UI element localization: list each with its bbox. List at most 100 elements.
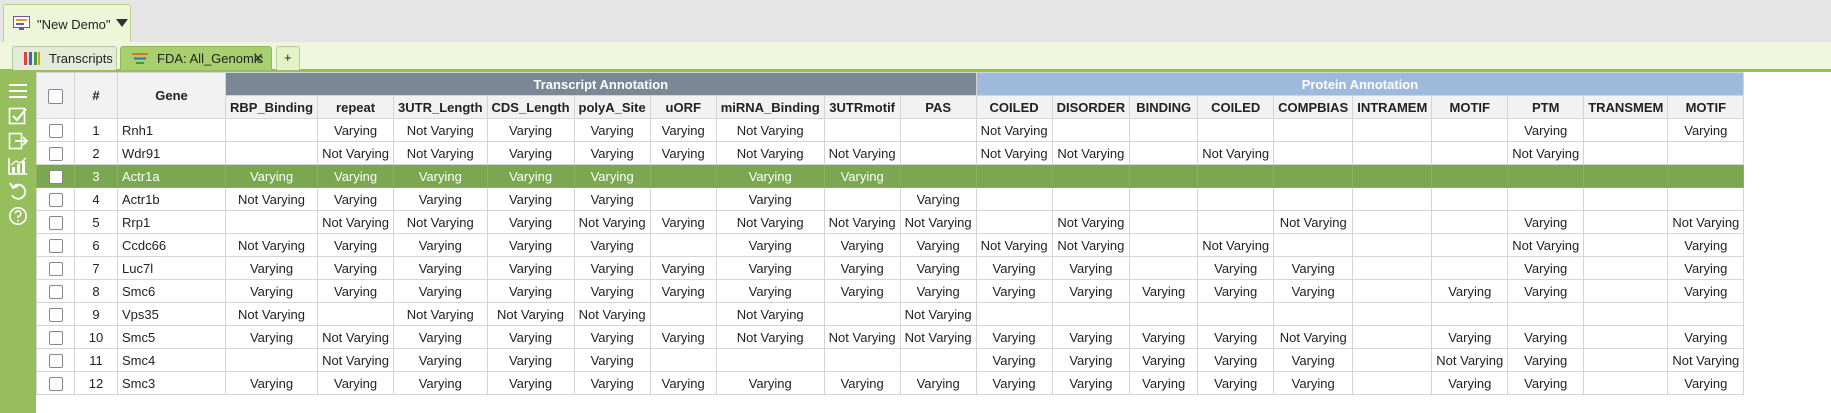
row-checkbox-cell[interactable] [36, 233, 75, 257]
table-row[interactable]: 8 Smc6 Varying Varying Varying Varying Varying… [36, 279, 1745, 303]
annotation-cell [1431, 210, 1509, 234]
table-row[interactable]: 11 Smc4 Not Varying Varying Varying Varying Va… [36, 348, 1745, 372]
annotation-cell [899, 348, 977, 372]
row-checkbox[interactable] [48, 353, 63, 368]
annotation-table: # Gene Transcript Annotation Protein Ann… [36, 72, 1745, 395]
annotation-cell: Varying [393, 187, 488, 211]
row-checkbox-cell[interactable] [36, 210, 75, 234]
table-row[interactable]: 4 Actr1b Not Varying Varying Varying Varying V… [36, 187, 1745, 211]
table-row[interactable]: 3 Actr1a Varying Varying Varying Varying Varyi… [36, 164, 1745, 188]
annotation-cell [1197, 118, 1275, 142]
table-row[interactable]: 2 Wdr91 Not Varying Not Varying Varying Varyi… [36, 141, 1745, 165]
row-checkbox-cell[interactable] [36, 256, 75, 280]
checklist-icon[interactable] [8, 106, 28, 126]
column-header-3utrmotif[interactable]: 3UTRmotif [823, 95, 901, 119]
row-checkbox[interactable] [48, 261, 63, 276]
column-header-ptm[interactable]: PTM [1507, 95, 1585, 119]
row-checkbox-cell[interactable] [36, 348, 75, 372]
table-row[interactable]: 5 Rrp1 Not Varying Not Varying Varying Not Va… [36, 210, 1745, 234]
row-checkbox[interactable] [48, 284, 63, 299]
annotation-cell [1051, 187, 1131, 211]
select-all-header[interactable] [36, 72, 75, 119]
column-header-coiled[interactable]: COILED [975, 95, 1053, 119]
gene-header[interactable]: Gene [117, 72, 226, 119]
add-tab-button[interactable]: + [276, 46, 300, 70]
annotation-cell: Not Varying [823, 325, 901, 349]
annotation-cell: Not Varying [715, 118, 825, 142]
annotation-cell: Varying [486, 210, 575, 234]
document-tab[interactable]: "New Demo" [3, 4, 131, 42]
row-checkbox[interactable] [48, 123, 63, 138]
index-header[interactable]: # [74, 72, 118, 119]
column-header-binding[interactable]: BINDING [1129, 95, 1199, 119]
annotation-cell [224, 210, 319, 234]
row-checkbox-cell[interactable] [36, 279, 75, 303]
row-checkbox[interactable] [48, 146, 63, 161]
column-header-pas[interactable]: PAS [899, 95, 977, 119]
annotation-cell: Varying [393, 279, 488, 303]
column-header-rbp-binding[interactable]: RBP_Binding [224, 95, 319, 119]
row-checkbox-cell[interactable] [36, 302, 75, 326]
help-icon[interactable] [8, 206, 28, 226]
row-checkbox[interactable] [48, 215, 63, 230]
annotation-cell: Not Varying [224, 187, 319, 211]
annotation-cell [1129, 256, 1199, 280]
table-row[interactable]: 10 Smc5 Varying Not Varying Varying Varying Va… [36, 325, 1745, 349]
row-checkbox[interactable] [48, 238, 63, 253]
row-checkbox[interactable] [48, 330, 63, 345]
row-checkbox-cell[interactable] [36, 187, 75, 211]
row-checkbox-cell[interactable] [36, 325, 75, 349]
tab-fda-all-genomic[interactable]: FDA: All_Genomic ✕ [120, 46, 272, 70]
view-tab-bar: Transcripts FDA: All_Genomic ✕ + [0, 42, 1831, 72]
tab-transcripts[interactable]: Transcripts [12, 46, 117, 70]
annotation-cell: Varying [1667, 233, 1745, 257]
row-checkbox[interactable] [48, 307, 63, 322]
table-row[interactable]: 12 Smc3 Varying Varying Varying Varying Varyin… [36, 371, 1745, 395]
row-checkbox-cell[interactable] [36, 118, 75, 142]
row-index: 6 [74, 233, 118, 257]
column-header-motif[interactable]: MOTIF [1431, 95, 1509, 119]
annotation-cell: Varying [573, 141, 651, 165]
annotation-cell: Varying [1507, 256, 1585, 280]
annotation-cell: Varying [573, 164, 651, 188]
menu-icon[interactable] [8, 81, 28, 101]
column-header-motif[interactable]: MOTIF [1667, 95, 1745, 119]
annotation-cell [649, 348, 717, 372]
annotation-cell: Not Varying [899, 210, 977, 234]
annotation-cell: Varying [715, 233, 825, 257]
column-header-uorf[interactable]: uORF [649, 95, 717, 119]
table-row[interactable]: 9 Vps35 Not Varying Not Varying Not Varying N… [36, 302, 1745, 326]
row-checkbox-cell[interactable] [36, 141, 75, 165]
column-header-repeat[interactable]: repeat [317, 95, 395, 119]
table-row[interactable]: 7 Luc7l Varying Varying Varying Varying Varyin… [36, 256, 1745, 280]
column-header-cds-length[interactable]: CDS_Length [486, 95, 575, 119]
column-header-intramem[interactable]: INTRAMEM [1352, 95, 1433, 119]
table-row[interactable]: 6 Ccdc66 Not Varying Varying Varying Varying V… [36, 233, 1745, 257]
column-header-3utr-length[interactable]: 3UTR_Length [393, 95, 488, 119]
column-header-transmem[interactable]: TRANSMEM [1583, 95, 1669, 119]
column-header-mirna-binding[interactable]: miRNA_Binding [715, 95, 825, 119]
row-checkbox[interactable] [48, 376, 63, 391]
undo-icon[interactable] [8, 181, 28, 201]
annotation-cell: Varying [224, 256, 319, 280]
row-checkbox-cell[interactable] [36, 371, 75, 395]
row-checkbox[interactable] [48, 169, 63, 184]
annotation-cell: Varying [1197, 325, 1275, 349]
annotation-cell [1583, 256, 1669, 280]
annotation-cell: Varying [486, 371, 575, 395]
chart-icon[interactable] [8, 156, 28, 176]
close-icon[interactable]: ✕ [252, 50, 264, 67]
row-checkbox-cell[interactable] [36, 164, 75, 188]
chevron-down-icon[interactable] [116, 19, 128, 27]
column-header-polya-site[interactable]: polyA_Site [573, 95, 651, 119]
export-icon[interactable] [8, 131, 28, 151]
select-all-checkbox[interactable] [48, 88, 63, 104]
annotation-cell: Varying [899, 371, 977, 395]
annotation-cell: Varying [486, 141, 575, 165]
column-header-compbias[interactable]: COMPBIAS [1273, 95, 1354, 119]
annotation-cell: Varying [1273, 256, 1354, 280]
row-checkbox[interactable] [48, 192, 63, 207]
table-row[interactable]: 1 Rnh1 Varying Not Varying Varying Varying Var… [36, 118, 1745, 142]
column-header-coiled[interactable]: COILED [1197, 95, 1275, 119]
column-header-disorder[interactable]: DISORDER [1051, 95, 1131, 119]
